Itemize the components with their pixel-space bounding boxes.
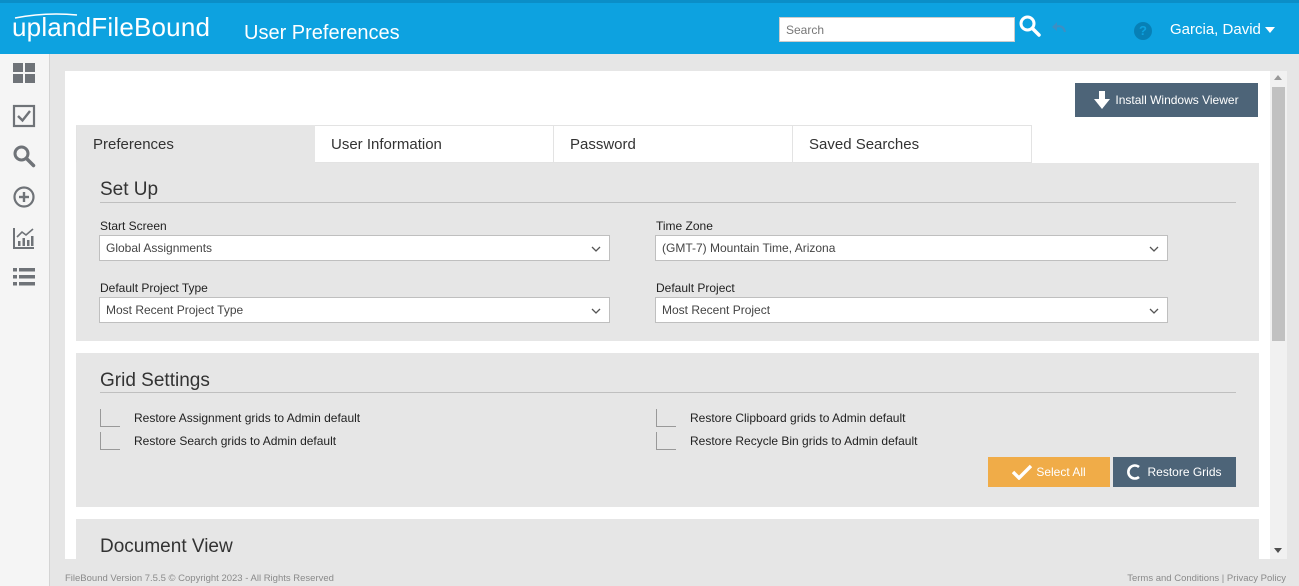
restore-recycle-bin-grids-option[interactable]: Restore Recycle Bin grids to Admin defau… <box>656 432 917 450</box>
checkmark-icon <box>1012 464 1033 480</box>
setup-panel: Set Up Start Screen Global Assignments T… <box>76 163 1259 341</box>
default-project-value: Most Recent Project <box>662 303 771 317</box>
logo-prefix: upland <box>12 12 92 42</box>
reports-chart-icon[interactable] <box>12 226 36 250</box>
footer-links: Terms and Conditions | Privacy Policy <box>1127 573 1286 584</box>
setup-section-title: Set Up <box>100 179 159 200</box>
logo-name: FileBound <box>91 12 211 42</box>
restore-recycle-bin-grids-label: Restore Recycle Bin grids to Admin defau… <box>690 434 918 448</box>
download-arrow-icon <box>1094 91 1111 109</box>
default-project-type-value: Most Recent Project Type <box>106 303 244 317</box>
default-project-select[interactable]: Most Recent Project <box>655 297 1168 323</box>
chevron-down-icon <box>1264 27 1275 34</box>
top-header-bar: uplandFileBound User Preferences ? Garci… <box>0 0 1299 54</box>
tab-password[interactable]: Password <box>554 125 793 163</box>
restore-recycle-bin-grids-checkbox[interactable] <box>656 432 676 450</box>
default-project-type-select[interactable]: Most Recent Project Type <box>99 297 610 323</box>
section-divider <box>100 202 1236 203</box>
restore-grids-label: Restore Grids <box>1147 465 1222 479</box>
vertical-scrollbar[interactable] <box>1270 71 1287 559</box>
start-screen-label: Start Screen <box>100 219 167 233</box>
scroll-down-arrow-icon[interactable] <box>1274 548 1282 553</box>
select-all-label: Select All <box>1036 465 1086 479</box>
version-copyright-text: FileBound Version 7.5.5 © Copyright 2023… <box>65 573 334 584</box>
chevron-down-icon <box>1149 246 1159 252</box>
search-input[interactable] <box>779 17 1015 42</box>
restore-clipboard-grids-label: Restore Clipboard grids to Admin default <box>690 411 906 425</box>
restore-search-grids-option[interactable]: Restore Search grids to Admin default <box>100 432 336 450</box>
restore-clipboard-grids-option[interactable]: Restore Clipboard grids to Admin default <box>656 409 905 427</box>
section-divider <box>100 392 1236 393</box>
document-view-panel: Document View <box>76 519 1259 559</box>
document-view-title: Document View <box>100 536 233 557</box>
terms-and-conditions-link[interactable]: Terms and Conditions <box>1127 573 1219 584</box>
install-windows-viewer-button[interactable]: Install Windows Viewer <box>1075 83 1258 117</box>
start-screen-value: Global Assignments <box>106 241 213 255</box>
privacy-policy-link[interactable]: Privacy Policy <box>1227 573 1286 584</box>
refresh-icon <box>1127 464 1141 480</box>
scroll-up-arrow-icon[interactable] <box>1274 75 1282 80</box>
restore-assignment-grids-checkbox[interactable] <box>100 409 120 427</box>
restore-search-grids-label: Restore Search grids to Admin default <box>134 434 337 448</box>
main-content: Install Windows Viewer Preferences User … <box>65 71 1270 559</box>
dashboard-icon[interactable] <box>12 62 36 86</box>
scrollbar-thumb[interactable] <box>1272 87 1285 341</box>
preferences-tabs: Preferences User Information Password Sa… <box>76 125 1032 163</box>
page-title: User Preferences <box>244 22 400 44</box>
undo-icon[interactable] <box>1050 19 1070 39</box>
chevron-down-icon <box>591 246 601 252</box>
time-zone-select[interactable]: (GMT-7) Mountain Time, Arizona <box>655 235 1168 261</box>
restore-grids-button[interactable]: Restore Grids <box>1113 457 1236 487</box>
help-icon[interactable]: ? <box>1134 22 1152 40</box>
start-screen-select[interactable]: Global Assignments <box>99 235 610 261</box>
grid-settings-panel: Grid Settings Restore Assignment grids t… <box>76 353 1259 507</box>
footer-separator: | <box>1221 573 1225 584</box>
restore-clipboard-grids-checkbox[interactable] <box>656 409 676 427</box>
left-sidebar <box>0 54 50 586</box>
add-circle-icon[interactable] <box>12 185 36 209</box>
time-zone-label: Time Zone <box>656 219 713 233</box>
user-name: Garcia, David <box>1170 21 1261 38</box>
restore-assignment-grids-label: Restore Assignment grids to Admin defaul… <box>134 411 361 425</box>
tab-saved-searches[interactable]: Saved Searches <box>793 125 1032 163</box>
grid-settings-title: Grid Settings <box>100 370 210 391</box>
default-project-type-label: Default Project Type <box>100 281 208 295</box>
tab-user-information[interactable]: User Information <box>315 125 554 163</box>
user-menu-dropdown[interactable]: Garcia, David <box>1170 21 1275 38</box>
assignments-checkbox-icon[interactable] <box>12 104 36 128</box>
footer: FileBound Version 7.5.5 © Copyright 2023… <box>0 568 1299 586</box>
filebound-logo[interactable]: uplandFileBound <box>12 12 210 43</box>
time-zone-value: (GMT-7) Mountain Time, Arizona <box>662 241 836 255</box>
restore-assignment-grids-option[interactable]: Restore Assignment grids to Admin defaul… <box>100 409 360 427</box>
default-project-label: Default Project <box>656 281 735 295</box>
install-button-label: Install Windows Viewer <box>1115 93 1239 107</box>
restore-search-grids-checkbox[interactable] <box>100 432 120 450</box>
chevron-down-icon <box>591 308 601 314</box>
list-icon[interactable] <box>12 265 36 289</box>
tab-preferences[interactable]: Preferences <box>76 125 315 163</box>
search-icon[interactable] <box>12 144 36 168</box>
chevron-down-icon <box>1149 308 1159 314</box>
search-icon[interactable] <box>1018 14 1042 38</box>
select-all-button[interactable]: Select All <box>988 457 1110 487</box>
